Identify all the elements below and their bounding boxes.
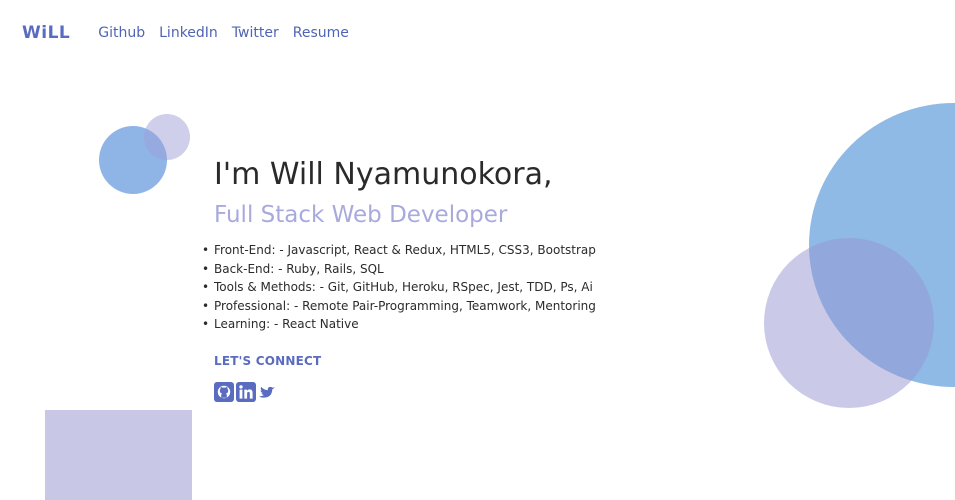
decorative-rectangle [45, 410, 192, 500]
hero-title: I'm Will Nyamunokora, [214, 157, 553, 192]
skills-list: Front-End: - Javascript, React & Redux, … [202, 241, 734, 334]
skill-item-tools: Tools & Methods: - Git, GitHub, Heroku, … [202, 278, 734, 297]
skill-item-professional: Professional: - Remote Pair-Programming,… [202, 297, 734, 316]
linkedin-icon[interactable] [236, 381, 256, 402]
github-icon[interactable] [214, 381, 234, 402]
skill-item-backend: Back-End: - Ruby, Rails, SQL [202, 260, 734, 279]
hero-subtitle: Full Stack Web Developer [214, 202, 508, 228]
page: WiLL Github LinkedIn Twitter Resume I'm … [0, 0, 955, 500]
skill-item-learning: Learning: - React Native [202, 315, 734, 334]
nav-link-twitter[interactable]: Twitter [232, 25, 279, 41]
decorative-circle-lavender-small [144, 114, 190, 160]
twitter-icon[interactable] [258, 382, 278, 402]
social-links [214, 381, 734, 402]
nav-link-linkedin[interactable]: LinkedIn [159, 25, 218, 41]
decorative-circle-lavender-large [764, 238, 934, 408]
hero-section: I'm Will Nyamunokora, Full Stack Web Dev… [202, 152, 734, 402]
connect-heading: LET'S CONNECT [214, 353, 322, 368]
skill-item-frontend: Front-End: - Javascript, React & Redux, … [202, 241, 734, 260]
top-nav: WiLL Github LinkedIn Twitter Resume [22, 22, 363, 44]
nav-link-resume[interactable]: Resume [293, 25, 349, 41]
logo[interactable]: WiLL [22, 23, 70, 43]
nav-link-github[interactable]: Github [98, 25, 145, 41]
